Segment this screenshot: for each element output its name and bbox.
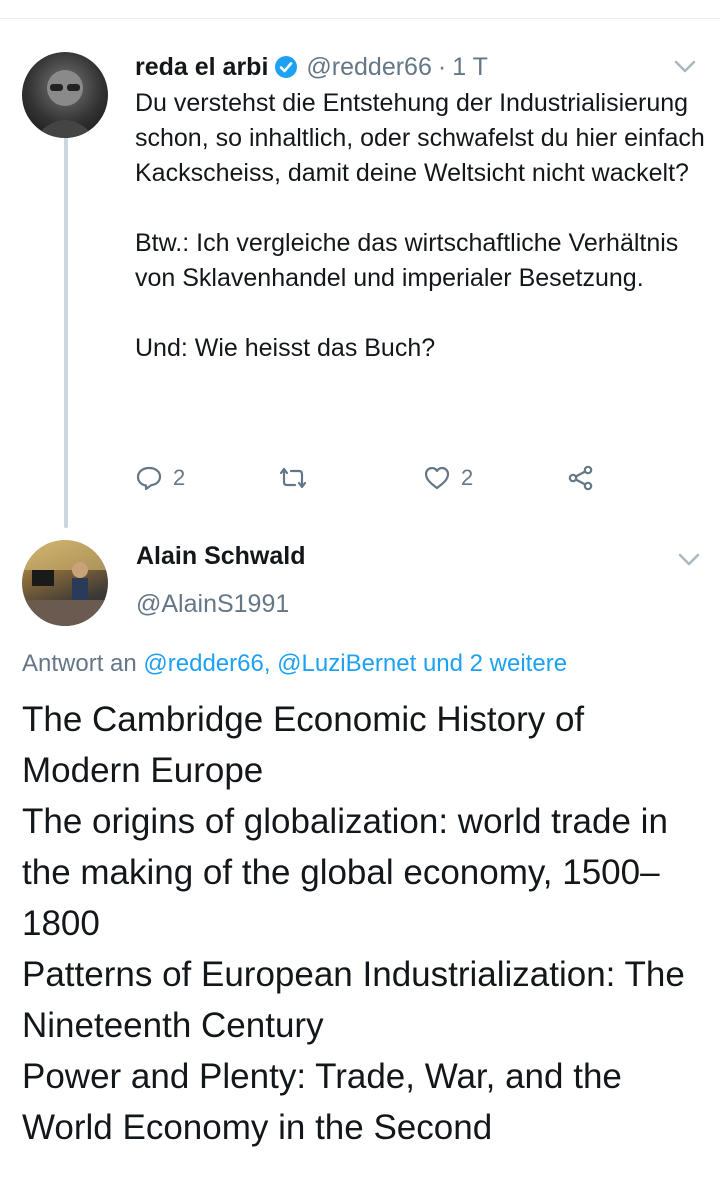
avatar-photo [22,540,108,626]
tweet-paragraph: Btw.: Ich vergleiche das wirtschaftliche… [135,229,679,292]
verified-badge-icon [275,56,298,78]
author-handle[interactable]: @redder66 [306,53,431,82]
reply-prefix: Antwort an [22,650,137,677]
reply-count: 2 [173,465,186,490]
tweet-line: The origins of globalization: world trad… [22,802,668,943]
chevron-down-icon[interactable] [674,60,696,74]
tweet-text: Du verstehst die Entstehung der Industri… [135,86,705,366]
avatar-photo [34,70,96,138]
avatar[interactable] [22,52,108,138]
tweet-line: Power and Plenty: Trade, War, and the Wo… [22,1057,622,1147]
share-icon [568,465,593,491]
retweet-icon [279,467,307,489]
separator-dot: · [437,52,447,81]
author-name[interactable]: Alain Schwald [136,542,305,571]
top-divider [0,18,720,19]
reply-button[interactable]: 2 [135,464,185,492]
tweet-line: The Cambridge Economic History of Modern… [22,700,585,790]
like-button[interactable]: 2 [423,464,473,492]
thread-line [64,130,68,528]
tweet-header: reda el arbi @redder66 · 1 T [135,48,488,86]
reply-targets-link[interactable]: @redder66, @LuziBernet und 2 weitere [143,650,567,677]
share-button[interactable] [567,464,595,492]
tweet-line: Patterns of European Industrialization: … [22,955,685,1045]
tweet-paragraph: Du verstehst die Entstehung der Industri… [135,89,705,187]
reply-context: Antwort an @redder66, @LuziBernet und 2 … [22,650,567,678]
chevron-down-icon[interactable] [678,553,700,567]
tweet-paragraph: Und: Wie heisst das Buch? [135,334,436,362]
author-name[interactable]: reda el arbi [135,53,268,82]
author-handle[interactable]: @AlainS1991 [136,590,289,619]
avatar[interactable] [22,540,108,626]
tweet-time[interactable]: 1 T [452,53,488,82]
reply-icon [136,466,162,491]
retweet-button[interactable] [279,464,307,492]
heart-icon [424,466,450,490]
tweet-actions: 2 2 [135,458,615,498]
tweet-text: The Cambridge Economic History of Modern… [22,694,702,1153]
like-count: 2 [461,465,474,490]
